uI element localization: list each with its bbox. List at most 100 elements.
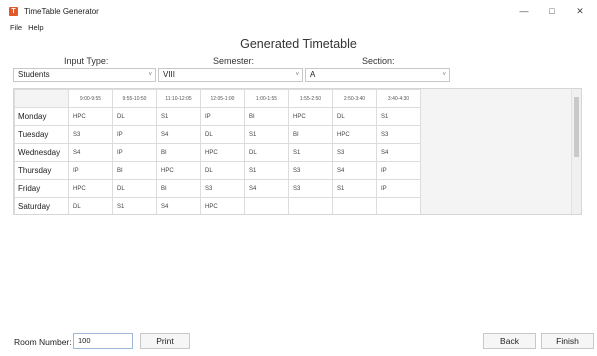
day-label: Monday (14, 107, 69, 126)
section-label: Section: (362, 56, 395, 66)
table-cell[interactable]: DL (332, 107, 377, 126)
input-type-value: Students (18, 70, 50, 79)
table-cell[interactable]: IP (200, 107, 245, 126)
table-cell[interactable]: S1 (244, 161, 289, 180)
time-header: 2:50-3:40 (332, 89, 377, 108)
timetable-grid: 9:00-9:55 9:55-10:50 11:10-12:05 12:05-1… (13, 88, 582, 215)
table-row: Wednesday S4 IP BI HPC DL S1 S3 S4 (14, 143, 421, 162)
table-cell[interactable]: S4 (156, 125, 201, 144)
table-cell[interactable]: BI (156, 143, 201, 162)
close-icon[interactable]: ✕ (565, 0, 595, 22)
table-cell[interactable]: DL (200, 125, 245, 144)
table-cell[interactable]: HPC (288, 107, 333, 126)
table-cell[interactable]: S3 (288, 179, 333, 198)
table-cell[interactable]: HPC (68, 107, 113, 126)
maximize-icon[interactable]: □ (537, 0, 567, 22)
semester-select[interactable]: VIII ˅ (158, 68, 303, 82)
table-cell[interactable]: S3 (288, 161, 333, 180)
table-cell[interactable]: BI (288, 125, 333, 144)
table-cell[interactable]: S4 (68, 143, 113, 162)
table-cell[interactable] (244, 197, 289, 214)
table-cell[interactable]: BI (244, 107, 289, 126)
table-cell[interactable]: BI (156, 179, 201, 198)
section-value: A (310, 70, 316, 79)
window-title: TimeTable Generator (24, 6, 99, 16)
table-cell[interactable]: IP (68, 161, 113, 180)
table-cell[interactable] (288, 197, 333, 214)
menu-file[interactable]: File (10, 22, 22, 34)
table-cell[interactable]: HPC (200, 197, 245, 214)
table-row: Monday HPC DL S1 IP BI HPC DL S1 (14, 107, 421, 126)
table-cell[interactable] (332, 197, 377, 214)
timetable-table: 9:00-9:55 9:55-10:50 11:10-12:05 12:05-1… (14, 89, 421, 214)
table-cell[interactable]: S3 (200, 179, 245, 198)
time-header: 3:40-4:30 (376, 89, 421, 108)
table-cell[interactable]: S1 (112, 197, 157, 214)
table-cell[interactable]: IP (112, 143, 157, 162)
vertical-scrollbar[interactable] (571, 89, 581, 214)
time-header: 11:10-12:05 (156, 89, 201, 108)
input-type-select[interactable]: Students ˅ (13, 68, 156, 82)
finish-button[interactable]: Finish (541, 333, 594, 349)
table-cell[interactable]: IP (112, 125, 157, 144)
table-cell[interactable]: S3 (68, 125, 113, 144)
table-cell[interactable]: S3 (332, 143, 377, 162)
scrollbar-thumb[interactable] (574, 97, 579, 157)
time-header-row: 9:00-9:55 9:55-10:50 11:10-12:05 12:05-1… (14, 89, 421, 108)
page-title: Generated Timetable (240, 37, 357, 51)
table-cell[interactable]: HPC (68, 179, 113, 198)
time-header: 9:55-10:50 (112, 89, 157, 108)
room-number-input[interactable]: 100 (73, 333, 133, 349)
table-cell[interactable]: S4 (376, 143, 421, 162)
minimize-icon[interactable]: — (509, 0, 539, 22)
table-row: Thursday IP BI HPC DL S1 S3 S4 IP (14, 161, 421, 180)
app-logo-icon: T (9, 6, 18, 16)
day-label: Saturday (14, 197, 69, 214)
table-cell[interactable]: IP (376, 179, 421, 198)
table-cell[interactable]: HPC (332, 125, 377, 144)
menu-help[interactable]: Help (28, 22, 43, 34)
semester-label: Semester: (213, 56, 255, 66)
corner-cell (14, 89, 69, 108)
input-type-label: Input Type: (64, 56, 109, 66)
table-cell[interactable]: DL (200, 161, 245, 180)
table-cell[interactable]: HPC (200, 143, 245, 162)
table-cell[interactable]: S4 (244, 179, 289, 198)
menu-bar: File Help (0, 22, 597, 34)
table-cell[interactable] (376, 197, 421, 214)
table-cell[interactable]: S1 (288, 143, 333, 162)
table-cell[interactable]: S3 (376, 125, 421, 144)
day-label: Tuesday (14, 125, 69, 144)
semester-value: VIII (163, 70, 176, 79)
table-cell[interactable]: S4 (156, 197, 201, 214)
table-cell[interactable]: DL (244, 143, 289, 162)
table-cell[interactable]: DL (112, 107, 157, 126)
table-row: Tuesday S3 IP S4 DL S1 BI HPC S3 (14, 125, 421, 144)
day-label: Thursday (14, 161, 69, 180)
table-cell[interactable]: S1 (376, 107, 421, 126)
table-cell[interactable]: DL (68, 197, 113, 214)
back-button[interactable]: Back (483, 333, 536, 349)
table-cell[interactable]: S1 (244, 125, 289, 144)
day-label: Friday (14, 179, 69, 198)
time-header: 9:00-9:55 (68, 89, 113, 108)
table-cell[interactable]: S4 (332, 161, 377, 180)
table-cell[interactable]: HPC (156, 161, 201, 180)
table-cell[interactable]: S1 (156, 107, 201, 126)
table-row: Friday HPC DL BI S3 S4 S3 S1 IP (14, 179, 421, 198)
title-bar: T TimeTable Generator — □ ✕ (0, 0, 597, 22)
table-cell[interactable]: S1 (332, 179, 377, 198)
time-header: 12:05-1:00 (200, 89, 245, 108)
table-cell[interactable]: IP (376, 161, 421, 180)
section-select[interactable]: A ˅ (305, 68, 450, 82)
table-cell[interactable]: DL (112, 179, 157, 198)
chevron-down-icon: ˅ (148, 72, 152, 78)
chevron-down-icon: ˅ (295, 72, 299, 78)
table-row: Saturday DL S1 S4 HPC (14, 197, 421, 214)
table-cell[interactable]: BI (112, 161, 157, 180)
time-header: 1:55-2:50 (288, 89, 333, 108)
print-button[interactable]: Print (140, 333, 190, 349)
day-label: Wednesday (14, 143, 69, 162)
chevron-down-icon: ˅ (442, 72, 446, 78)
time-header: 1:00-1:55 (244, 89, 289, 108)
